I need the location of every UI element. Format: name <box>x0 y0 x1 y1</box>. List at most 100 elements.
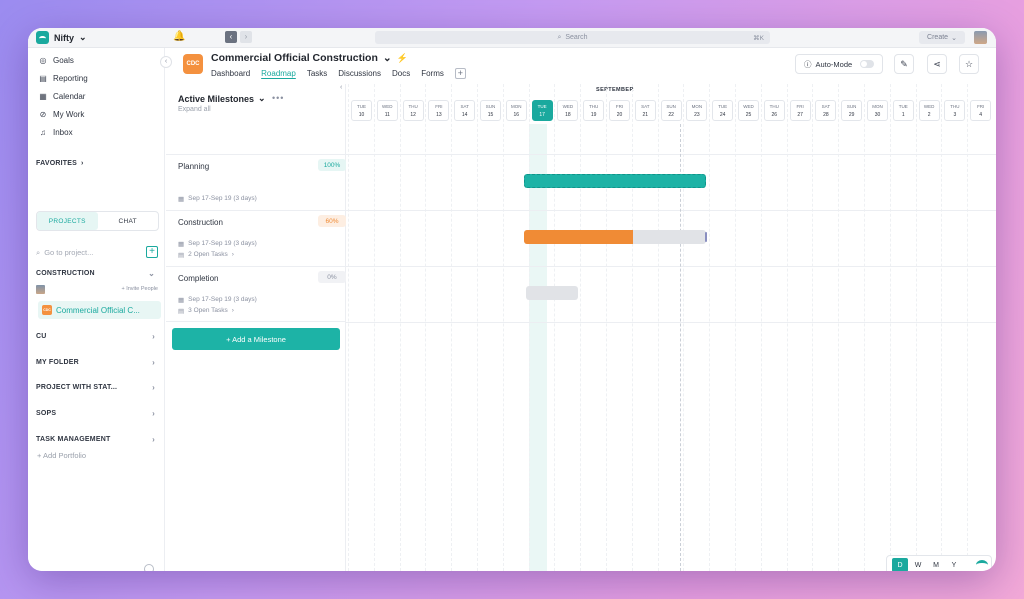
view-day-button[interactable]: D <box>892 558 908 571</box>
milestone-bar-completion[interactable] <box>526 286 578 300</box>
group-label: SOPS <box>36 410 57 417</box>
group-my-folder[interactable]: MY FOLDER › <box>36 358 158 367</box>
group-construction[interactable]: CONSTRUCTION ⌄ <box>36 269 158 278</box>
day-chip[interactable]: MON 16 <box>505 100 527 121</box>
goto-project-input[interactable]: ⌕ Go to project... <box>36 248 93 258</box>
day-chip[interactable]: TUE 17 <box>531 100 553 121</box>
tab-projects[interactable]: PROJECTS <box>37 212 98 230</box>
sidebar-project-active[interactable]: CDC Commercial Official C... <box>38 301 161 319</box>
group-label: CU <box>36 333 47 340</box>
day-chip[interactable]: SAT 14 <box>454 100 476 121</box>
create-button[interactable]: Create ⌄ <box>919 31 965 44</box>
group-sops[interactable]: SOPS › <box>36 409 158 418</box>
day-chip[interactable]: THU 19 <box>583 100 605 121</box>
milestone-row[interactable]: Construction 60% ▦ Sep 17-Sep 19 (3 days… <box>166 210 346 266</box>
more-options-icon[interactable]: ••• <box>272 93 284 103</box>
invite-people-link[interactable]: + Invite People <box>121 286 158 292</box>
add-milestone-button[interactable]: + Add a Milestone <box>172 328 340 350</box>
day-of-week: THU <box>769 104 779 109</box>
sidebar-item-calendar[interactable]: ▦ Calendar <box>38 92 85 101</box>
day-chip[interactable]: FRI 4 <box>970 100 992 121</box>
day-chip[interactable]: SUN 22 <box>660 100 682 121</box>
star-icon: ☆ <box>964 58 974 69</box>
day-chip[interactable]: WED 2 <box>918 100 940 121</box>
add-portfolio-button[interactable]: + Add Portfolio <box>37 451 86 460</box>
day-of-week: WED <box>743 104 754 109</box>
group-task-management[interactable]: TASK MANAGEMENT › <box>36 435 158 444</box>
auto-mode-toggle[interactable]: ⓘ Auto-Mode <box>795 54 883 74</box>
day-chip[interactable]: MON 23 <box>686 100 708 121</box>
day-chip[interactable]: TUE 24 <box>712 100 734 121</box>
day-chip[interactable]: FRI 20 <box>609 100 630 121</box>
resize-handle[interactable] <box>705 232 707 242</box>
open-tasks-link[interactable]: ▤ 2 Open Tasks › <box>178 251 234 259</box>
expand-all-link[interactable]: Expand all <box>178 106 211 113</box>
workspace-switcher[interactable]: Nifty ⌄ <box>36 31 87 44</box>
day-of-week: TUE <box>537 104 547 109</box>
milestones-filter[interactable]: Active Milestones ⌄ <box>178 93 266 104</box>
day-chip[interactable]: WED 25 <box>738 100 759 121</box>
tab-forms[interactable]: Forms <box>421 69 444 78</box>
help-icon[interactable] <box>144 564 154 571</box>
day-chip[interactable]: FRI 13 <box>428 100 450 121</box>
tab-tasks[interactable]: Tasks <box>307 69 327 78</box>
day-chip[interactable]: WED 18 <box>557 100 579 121</box>
chevron-right-icon: › <box>152 332 155 341</box>
auto-mode-label: Auto-Mode <box>815 59 853 69</box>
day-chip[interactable]: SAT 28 <box>815 100 837 121</box>
view-week-button[interactable]: W <box>910 558 926 571</box>
day-of-week: SAT <box>641 104 650 109</box>
view-year-button[interactable]: Y <box>946 558 962 571</box>
milestone-bar-planning[interactable] <box>524 174 706 188</box>
tab-chat[interactable]: CHAT <box>98 212 159 230</box>
open-tasks-link[interactable]: ▤ 3 Open Tasks › <box>178 307 234 315</box>
day-chip[interactable]: TUE 10 <box>351 100 372 121</box>
day-chip[interactable]: FRI 27 <box>789 100 811 121</box>
toggle-switch[interactable] <box>860 60 875 68</box>
tab-dashboard[interactable]: Dashboard <box>211 69 250 78</box>
group-project-with-stat[interactable]: PROJECT WITH STAT... › <box>36 383 158 392</box>
group-cu[interactable]: CU › <box>36 332 158 341</box>
view-month-button[interactable]: M <box>928 558 944 571</box>
bell-icon[interactable]: 🔔 <box>173 31 185 42</box>
chevron-down-icon: ⌄ <box>79 32 87 42</box>
add-tab-button[interactable]: + <box>454 68 466 79</box>
day-chip[interactable]: SUN 29 <box>841 100 863 121</box>
task-icon: ▤ <box>178 252 185 259</box>
pin-button[interactable]: ✎ <box>894 54 914 74</box>
tab-discussions[interactable]: Discussions <box>338 69 381 78</box>
project-title-text: Commercial Official Construction <box>211 52 378 64</box>
add-project-button[interactable]: + <box>146 246 158 258</box>
user-avatar[interactable] <box>974 31 987 44</box>
day-chip[interactable]: MON 30 <box>867 100 888 121</box>
day-chip[interactable]: WED 11 <box>376 100 398 121</box>
milestones-header: Active Milestones <box>178 93 255 104</box>
day-chip[interactable]: THU 3 <box>944 100 966 121</box>
project-title[interactable]: Commercial Official Construction ⌄ ⚡ <box>211 52 408 64</box>
tab-roadmap[interactable]: Roadmap <box>261 69 296 78</box>
info-icon: ⓘ <box>804 59 812 69</box>
search-input[interactable]: ⌕ Search ⌘K <box>375 31 770 44</box>
chevron-right-icon: › <box>231 307 234 314</box>
favorites-toggle[interactable]: FAVORITES › <box>36 160 83 167</box>
tab-docs[interactable]: Docs <box>392 69 410 78</box>
sidebar-item-reporting[interactable]: ▤ Reporting <box>38 74 87 83</box>
milestone-row[interactable]: Completion 0% ▦ Sep 17-Sep 19 (3 days) ▤… <box>166 266 346 322</box>
sidebar-item-goals[interactable]: ◎ Goals <box>38 56 74 65</box>
forward-button[interactable]: › <box>240 31 252 43</box>
back-button[interactable]: ‹ <box>225 31 237 43</box>
day-chip[interactable]: SAT 21 <box>634 100 656 121</box>
sidebar-item-my-work[interactable]: ⊘ My Work <box>38 110 85 119</box>
day-chip[interactable]: THU 12 <box>402 100 424 121</box>
day-chip[interactable]: THU 26 <box>763 100 785 121</box>
day-chip[interactable]: SUN 15 <box>480 100 501 121</box>
nifty-logo-icon <box>976 560 988 570</box>
sidebar-item-inbox[interactable]: ♫ Inbox <box>38 128 73 137</box>
bolt-icon[interactable]: ⚡ <box>397 53 408 64</box>
milestone-row[interactable]: Planning 100% ▦ Sep 17-Sep 19 (3 days) <box>166 154 346 210</box>
day-column: SAT 14 <box>451 84 477 571</box>
collapse-sidebar-button[interactable]: ‹ <box>160 56 172 68</box>
share-button[interactable]: ⋖ <box>927 54 947 74</box>
day-chip[interactable]: TUE 1 <box>892 100 914 121</box>
favorite-button[interactable]: ☆ <box>959 54 979 74</box>
